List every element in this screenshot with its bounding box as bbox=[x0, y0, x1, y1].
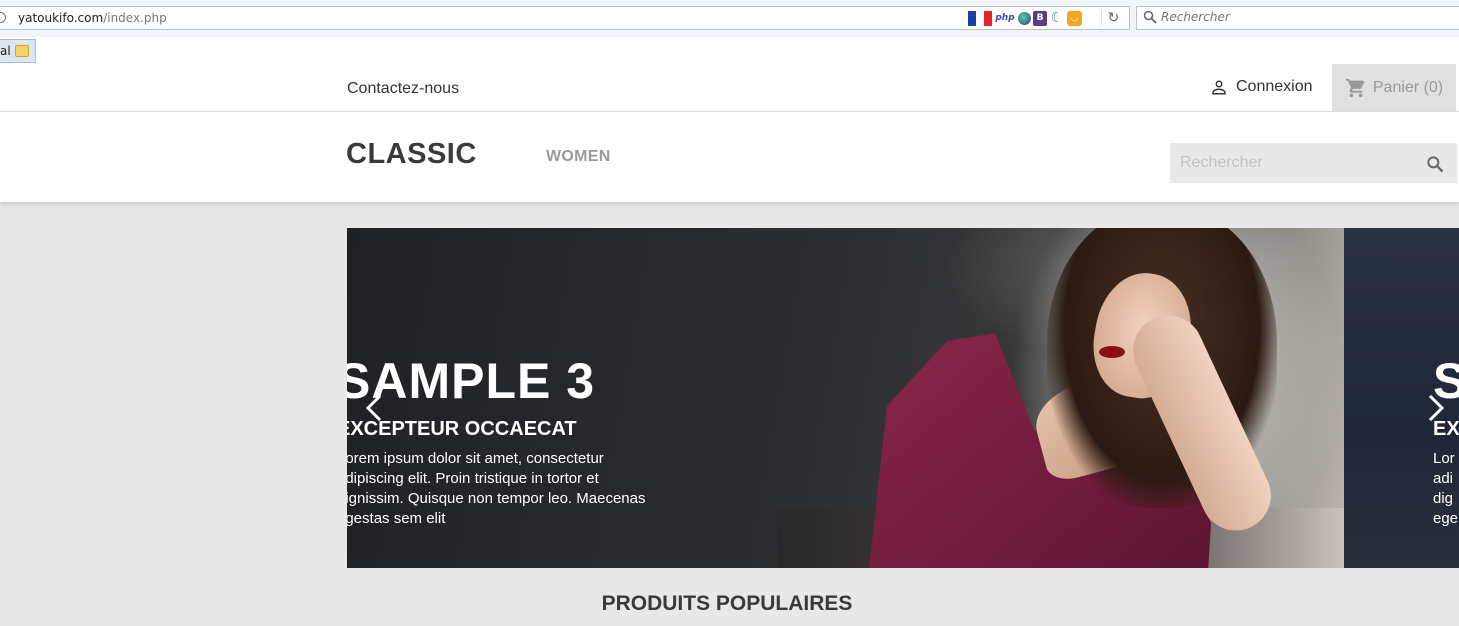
header-main: CLASSIC WOMEN bbox=[0, 112, 1459, 202]
contact-link[interactable]: Contactez-nous bbox=[347, 80, 459, 98]
search-icon bbox=[1143, 10, 1157, 24]
extension-icons: php B ☾ ◡ bbox=[968, 10, 1082, 26]
bookmark-label: al bbox=[0, 44, 11, 58]
carousel-prev-button[interactable] bbox=[359, 388, 389, 428]
menu-item-women[interactable]: WOMEN bbox=[546, 148, 611, 166]
cart-label: Panier (0) bbox=[1372, 79, 1444, 96]
reload-icon[interactable]: ↻ bbox=[1101, 10, 1121, 26]
browser-search-input[interactable] bbox=[1161, 10, 1441, 24]
user-icon bbox=[1212, 80, 1226, 95]
chevron-right-icon bbox=[1428, 394, 1445, 422]
cart-button[interactable]: Panier (0) bbox=[1332, 64, 1456, 112]
site-search-box[interactable] bbox=[1170, 143, 1457, 183]
logo[interactable]: CLASSIC bbox=[346, 138, 477, 171]
site-info-icon[interactable] bbox=[0, 12, 6, 23]
shopping-cart-icon bbox=[1345, 78, 1365, 98]
next-slide-caption: S EX Lor adi dig ege bbox=[1433, 352, 1459, 529]
carousel: SAMPLE 3 EXCEPTEUR OCCAECAT Lorem ipsum … bbox=[347, 228, 1459, 568]
search-input[interactable] bbox=[1180, 154, 1410, 172]
popular-products-heading: PRODUITS POPULAIRES bbox=[601, 592, 853, 615]
fox-icon[interactable]: ◡ bbox=[1067, 10, 1082, 26]
sign-in-label: Connexion bbox=[1236, 78, 1313, 95]
folder-icon bbox=[14, 45, 29, 57]
slide-text: Lorem ipsum dolor sit amet, consectetur … bbox=[347, 450, 646, 527]
browser-search-box[interactable] bbox=[1136, 6, 1459, 30]
section-title: PRODUITS POPULAIRES bbox=[0, 592, 1459, 616]
bookmarks-bar: al bbox=[0, 37, 1459, 64]
carousel-next-button[interactable] bbox=[1421, 388, 1451, 428]
slide-caption: SAMPLE 3 EXCEPTEUR OCCAECAT Lorem ipsum … bbox=[347, 352, 657, 529]
flag-fr-icon[interactable] bbox=[968, 10, 992, 26]
address-bar[interactable]: yatoukifo.com/index.php php B ☾ ◡ ↻ bbox=[0, 6, 1130, 30]
next-slide-text: Lor adi dig ege bbox=[1433, 450, 1459, 527]
browser-toolbar: yatoukifo.com/index.php php B ☾ ◡ ↻ bbox=[0, 0, 1459, 37]
php-icon[interactable]: php bbox=[994, 10, 1016, 26]
slide-title: SAMPLE 3 bbox=[347, 353, 596, 409]
header-nav: Contactez-nous Connexion Panier (0) bbox=[0, 64, 1459, 112]
bootstrap-icon[interactable]: B bbox=[1033, 10, 1047, 26]
slide-subtitle: EXCEPTEUR OCCAECAT bbox=[347, 418, 577, 440]
bookmark-folder[interactable]: al bbox=[0, 39, 36, 63]
search-icon[interactable] bbox=[1425, 154, 1445, 174]
moon-icon[interactable]: ☾ bbox=[1049, 10, 1065, 26]
globe-icon[interactable] bbox=[1018, 11, 1031, 25]
slide-photo-part bbox=[1099, 346, 1125, 358]
url-text[interactable]: yatoukifo.com/index.php bbox=[18, 11, 167, 25]
sign-in-link[interactable]: Connexion bbox=[1210, 78, 1313, 96]
chevron-left-icon bbox=[365, 394, 382, 422]
